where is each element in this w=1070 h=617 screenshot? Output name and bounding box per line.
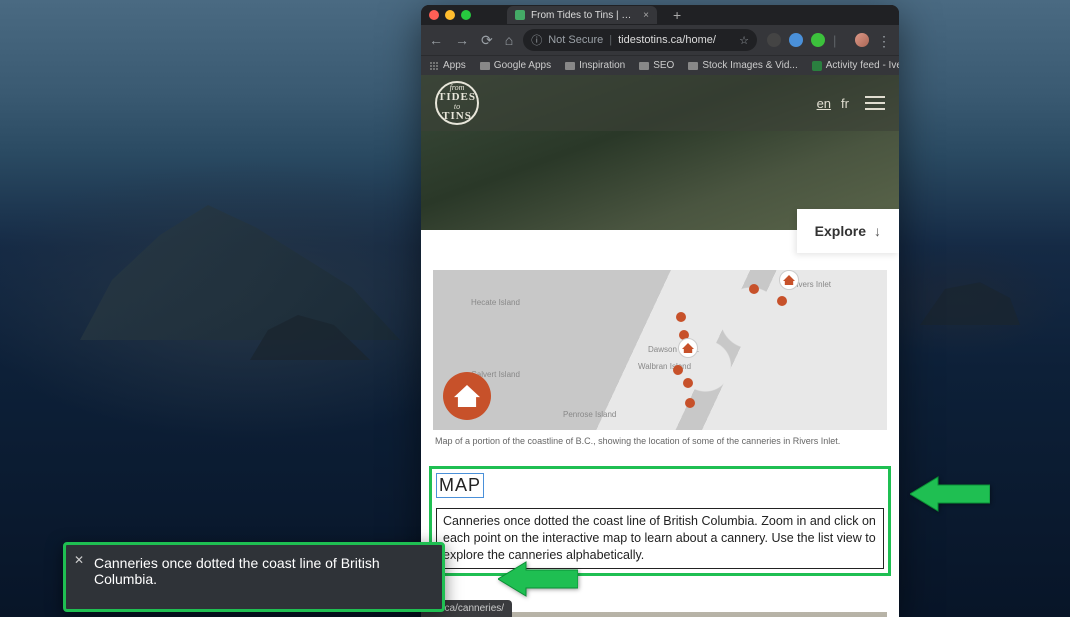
site-logo[interactable]: from TIDES to TINS (435, 81, 479, 125)
bookmark-label: Google Apps (494, 60, 551, 71)
folder-icon (688, 62, 698, 70)
map-badge-icon[interactable] (443, 372, 491, 420)
bookmark-label: Inspiration (579, 60, 625, 71)
bookmarks-bar: Apps Google Apps Inspiration SEO Stock I… (421, 55, 899, 75)
folder-icon (565, 62, 575, 70)
coastline-map[interactable]: Hecate Island Calvert Island Penrose Isl… (433, 270, 887, 430)
site-icon (812, 61, 822, 71)
profile-avatar-icon[interactable] (855, 33, 869, 47)
bookmark-label: Apps (443, 60, 466, 71)
tab-title: From Tides to Tins | Salmon can (531, 10, 637, 21)
map-marker-selected[interactable] (779, 270, 799, 290)
bookmark-folder[interactable]: Stock Images & Vid... (688, 60, 797, 71)
browser-menu-icon[interactable]: ⋮ (877, 33, 891, 47)
site-header: from TIDES to TINS en fr (421, 75, 899, 131)
bookmark-label: SEO (653, 60, 674, 71)
tooltip-close-icon[interactable]: ✕ (74, 553, 84, 567)
extension-icon[interactable] (811, 33, 825, 47)
hero-image: from TIDES to TINS en fr Explore ↓ (421, 75, 899, 230)
tab-favicon-icon (515, 10, 525, 20)
browser-tab[interactable]: From Tides to Tins | Salmon can × (507, 6, 657, 24)
bookmark-label: Activity feed - Ivers... (826, 60, 899, 71)
explore-label: Explore (815, 223, 866, 239)
lang-en-link[interactable]: en (817, 96, 831, 111)
arrow-down-icon: ↓ (874, 223, 881, 239)
bookmark-folder[interactable]: Inspiration (565, 60, 625, 71)
bookmark-star-icon[interactable]: ☆ (739, 34, 749, 47)
nav-controls: ← → ⟳ ⌂ (429, 32, 513, 49)
lang-fr-link[interactable]: fr (841, 96, 849, 111)
address-bar[interactable]: ⓘ Not Secure | tidestotins.ca/home/ ☆ (523, 29, 757, 51)
page-scroll[interactable]: from TIDES to TINS en fr Explore ↓ (421, 75, 899, 617)
folder-icon (639, 62, 649, 70)
heading-selection: MAP (436, 473, 484, 498)
map-label: Walbran Island (638, 362, 691, 371)
extension-icon[interactable] (789, 33, 803, 47)
folder-icon (480, 62, 490, 70)
map-marker[interactable] (749, 284, 759, 294)
page-viewport: from TIDES to TINS en fr Explore ↓ (421, 75, 899, 617)
map-label: Hecate Island (471, 298, 520, 307)
site-info-icon[interactable]: ⓘ (531, 32, 542, 48)
map-marker[interactable] (683, 378, 693, 388)
explore-button[interactable]: Explore ↓ (797, 209, 899, 253)
bookmark-item[interactable]: Activity feed - Ivers... (812, 60, 899, 71)
close-window-icon[interactable] (429, 10, 439, 20)
map-marker[interactable] (676, 312, 686, 322)
tab-close-icon[interactable]: × (643, 10, 649, 21)
annotation-arrow-icon (910, 473, 990, 515)
annotation-tooltip: ✕ Canneries once dotted the coast line o… (63, 542, 445, 612)
section-paragraph: Canneries once dotted the coast line of … (443, 514, 876, 562)
language-switcher: en fr (817, 96, 849, 111)
map-marker[interactable] (685, 398, 695, 408)
map-label: Penrose Island (563, 410, 616, 419)
extension-icons: | ⋮ (767, 33, 891, 47)
annotation-arrow-icon (498, 558, 578, 600)
section-heading: MAP (439, 475, 481, 496)
security-label: Not Secure (548, 34, 603, 46)
window-controls (429, 10, 471, 20)
tab-strip: From Tides to Tins | Salmon can × + (421, 5, 899, 25)
bookmark-folder[interactable]: SEO (639, 60, 674, 71)
menu-hamburger-icon[interactable] (865, 96, 885, 110)
new-tab-button[interactable]: + (673, 7, 681, 23)
reload-icon[interactable]: ⟳ (481, 32, 493, 49)
home-icon[interactable]: ⌂ (505, 32, 513, 48)
back-icon[interactable]: ← (429, 32, 443, 48)
map-marker[interactable] (673, 365, 683, 375)
forward-icon[interactable]: → (455, 32, 469, 48)
bookmark-label: Stock Images & Vid... (702, 60, 797, 71)
bookmark-folder[interactable]: Google Apps (480, 60, 551, 71)
map-marker[interactable] (777, 296, 787, 306)
url-text: tidestotins.ca/home/ (618, 34, 716, 46)
browser-window: From Tides to Tins | Salmon can × + ← → … (421, 5, 899, 617)
nav-bar: ← → ⟳ ⌂ ⓘ Not Secure | tidestotins.ca/ho… (421, 25, 899, 55)
apps-grid-icon (429, 61, 439, 71)
map-marker-selected[interactable] (678, 338, 698, 358)
maximize-window-icon[interactable] (461, 10, 471, 20)
map-caption: Map of a portion of the coastline of B.C… (433, 430, 887, 446)
extension-icon[interactable] (767, 33, 781, 47)
minimize-window-icon[interactable] (445, 10, 455, 20)
bookmark-apps[interactable]: Apps (429, 60, 466, 71)
tooltip-text: Canneries once dotted the coast line of … (94, 555, 380, 587)
map-section: Hecate Island Calvert Island Penrose Isl… (421, 230, 899, 452)
logo-text: TINS (442, 111, 472, 122)
